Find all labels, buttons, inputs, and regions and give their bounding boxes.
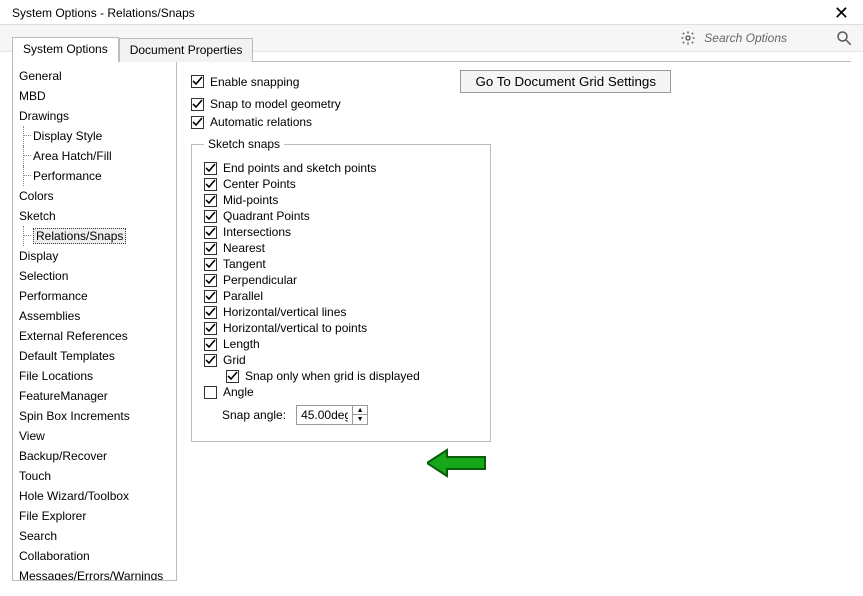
nav-touch[interactable]: Touch — [15, 466, 174, 486]
label-perpendicular: Perpendicular — [223, 273, 297, 287]
nav-assemblies[interactable]: Assemblies — [15, 306, 174, 326]
nav-file-explorer[interactable]: File Explorer — [15, 506, 174, 526]
checkbox-angle[interactable] — [204, 386, 217, 399]
tab-system-options[interactable]: System Options — [12, 37, 119, 62]
label-snap-angle: Snap angle: — [222, 408, 286, 422]
content-pane: Enable snapping Go To Document Grid Sett… — [177, 62, 851, 581]
snap-angle-input[interactable] — [297, 406, 352, 424]
nav-selection[interactable]: Selection — [15, 266, 174, 286]
checkbox-snap-only-grid-displayed[interactable] — [226, 370, 239, 383]
label-snap-model-geometry: Snap to model geometry — [210, 97, 341, 111]
nav-default-templates[interactable]: Default Templates — [15, 346, 174, 366]
label-snap-only-grid-displayed: Snap only when grid is displayed — [245, 369, 420, 383]
spin-up-icon[interactable]: ▲ — [353, 406, 367, 415]
sketch-snaps-legend: Sketch snaps — [204, 137, 284, 151]
label-automatic-relations: Automatic relations — [210, 115, 312, 129]
nav-sketch[interactable]: Sketch — [15, 206, 174, 226]
nav-file-locations[interactable]: File Locations — [15, 366, 174, 386]
checkbox-grid[interactable] — [204, 354, 217, 367]
checkbox-centerpoints[interactable] — [204, 178, 217, 191]
nav-display[interactable]: Display — [15, 246, 174, 266]
nav-display-style[interactable]: Display Style — [15, 126, 174, 146]
label-grid: Grid — [223, 353, 246, 367]
checkbox-intersections[interactable] — [204, 226, 217, 239]
annotation-arrow-icon — [427, 448, 487, 478]
label-parallel: Parallel — [223, 289, 263, 303]
nav-view[interactable]: View — [15, 426, 174, 446]
checkbox-automatic-relations[interactable] — [191, 116, 204, 129]
checkbox-snap-model-geometry[interactable] — [191, 98, 204, 111]
label-hv-lines: Horizontal/vertical lines — [223, 305, 346, 319]
nav-search[interactable]: Search — [15, 526, 174, 546]
nav-external-references[interactable]: External References — [15, 326, 174, 346]
go-to-grid-settings-button[interactable]: Go To Document Grid Settings — [460, 70, 671, 93]
nav-area-hatch[interactable]: Area Hatch/Fill — [15, 146, 174, 166]
window-title: System Options - Relations/Snaps — [12, 6, 195, 20]
label-tangent: Tangent — [223, 257, 266, 271]
nav-featuremanager[interactable]: FeatureManager — [15, 386, 174, 406]
nav-colors[interactable]: Colors — [15, 186, 174, 206]
nav-performance[interactable]: Performance — [15, 286, 174, 306]
checkbox-quadrant[interactable] — [204, 210, 217, 223]
label-angle: Angle — [223, 385, 254, 399]
nav-general[interactable]: General — [15, 66, 174, 86]
label-midpoints: Mid-points — [223, 193, 278, 207]
checkbox-enable-snapping[interactable] — [191, 75, 204, 88]
label-nearest: Nearest — [223, 241, 265, 255]
tab-label: System Options — [23, 42, 108, 56]
nav-tree: General MBD Drawings Display Style Area … — [12, 62, 177, 581]
nav-backup-recover[interactable]: Backup/Recover — [15, 446, 174, 466]
nav-hole-wizard[interactable]: Hole Wizard/Toolbox — [15, 486, 174, 506]
nav-relations-snaps[interactable]: Relations/Snaps — [15, 226, 174, 246]
checkbox-hv-lines[interactable] — [204, 306, 217, 319]
label-enable-snapping: Enable snapping — [210, 75, 299, 89]
tab-label: Document Properties — [130, 43, 243, 57]
nav-mbd[interactable]: MBD — [15, 86, 174, 106]
label-endpoints: End points and sketch points — [223, 161, 376, 175]
checkbox-midpoints[interactable] — [204, 194, 217, 207]
label-centerpoints: Center Points — [223, 177, 296, 191]
tab-document-properties[interactable]: Document Properties — [119, 38, 254, 62]
checkbox-perpendicular[interactable] — [204, 274, 217, 287]
checkbox-tangent[interactable] — [204, 258, 217, 271]
label-quadrant: Quadrant Points — [223, 209, 310, 223]
checkbox-hv-points[interactable] — [204, 322, 217, 335]
snap-angle-spinbox[interactable]: ▲ ▼ — [296, 405, 368, 425]
label-intersections: Intersections — [223, 225, 291, 239]
nav-messages[interactable]: Messages/Errors/Warnings — [15, 566, 174, 581]
nav-drawings[interactable]: Drawings — [15, 106, 174, 126]
spin-down-icon[interactable]: ▼ — [353, 415, 367, 424]
sketch-snaps-group: Sketch snaps End points and sketch point… — [191, 137, 491, 442]
nav-spin-box-increments[interactable]: Spin Box Increments — [15, 406, 174, 426]
nav-performance-drawings[interactable]: Performance — [15, 166, 174, 186]
nav-collaboration[interactable]: Collaboration — [15, 546, 174, 566]
checkbox-endpoints[interactable] — [204, 162, 217, 175]
checkbox-nearest[interactable] — [204, 242, 217, 255]
label-hv-points: Horizontal/vertical to points — [223, 321, 367, 335]
checkbox-parallel[interactable] — [204, 290, 217, 303]
label-length: Length — [223, 337, 260, 351]
checkbox-length[interactable] — [204, 338, 217, 351]
close-icon[interactable]: ✕ — [828, 4, 855, 22]
